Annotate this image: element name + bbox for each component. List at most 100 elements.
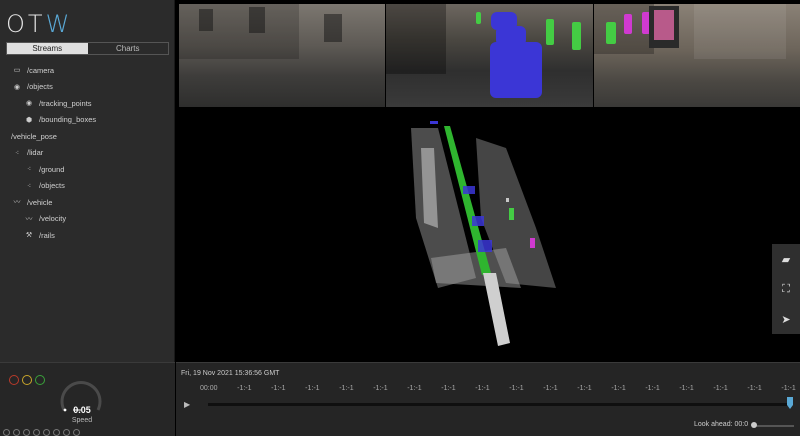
control-icon[interactable] [63,429,70,436]
points-icon: ⁖ [26,182,32,190]
stream-label: /objects [39,181,65,191]
navigate-icon[interactable]: ➤ [781,313,790,326]
building [693,4,786,59]
scene-viewport[interactable]: ▰ ⛶ ➤ [176,108,800,362]
tab-streams[interactable]: Streams [7,43,88,54]
tick-label: -1:-1 [509,385,524,392]
window [324,14,342,42]
line-chart-icon: 〰 [13,199,21,207]
camera-icon: ▭ [13,67,21,75]
stream-vehicle[interactable]: 〰 /vehicle [0,194,175,211]
toggle-icon: ◉ [13,83,21,91]
timestamp: Fri, 19 Nov 2021 15:36:56 GMT [181,370,280,377]
speed-label: Speed [71,417,93,424]
cube-icon: ⬢ [25,116,33,124]
timeline-ticks: 00:00 -1:-1 -1:-1 -1:-1 -1:-1 -1:-1 -1:-… [200,385,796,392]
sidebar-tabs: Streams Charts [6,42,169,55]
look-ahead-slider[interactable] [752,425,794,427]
tracked-vehicle [490,42,543,98]
stream-label: /tracking_points [39,98,92,108]
stream-label: /objects [27,82,53,92]
hud-panel [0,362,175,436]
playhead-handle[interactable] [787,397,793,409]
tracked-vehicle [491,12,518,30]
traffic-light-yellow [22,375,32,385]
look-ahead-label: Look ahead: 00:0 [694,421,749,428]
tick-label: -1:-1 [543,385,558,392]
points-icon: ⁖ [26,166,32,174]
play-icon[interactable]: ▶ [184,400,190,409]
timeline-panel: Fri, 19 Nov 2021 15:36:56 GMT 00:00 -1:-… [176,362,800,436]
tick-label: -1:-1 [407,385,422,392]
window [199,9,213,31]
stream-objects[interactable]: ◉ /objects [0,79,175,96]
stream-rails[interactable]: ⚒ /rails [0,227,175,244]
stream-lidar[interactable]: ⁖ /lidar [0,145,175,162]
hud-controls [3,429,80,436]
tracked-object-box [430,121,438,124]
app-logo: OTW [6,10,73,38]
toggle-icon: ◉ [25,100,33,108]
stream-label: /vehicle_pose [11,131,57,141]
stream-list: ▭ /camera ◉ /objects ◉ /tracking_points … [0,62,175,244]
tick-label: -1:-1 [237,385,252,392]
line-chart-icon: 〰 [25,215,33,223]
tick-label: 00:00 [200,385,218,392]
tick-label: -1:-1 [339,385,354,392]
stream-velocity[interactable]: 〰 /velocity [0,211,175,228]
control-icon[interactable] [13,429,20,436]
camera-view-right [593,4,800,107]
stream-vehicle-pose[interactable]: /vehicle_pose [0,128,175,145]
stream-bounding-boxes[interactable]: ⬢ /bounding_boxes [0,112,175,129]
stream-label: /lidar [27,148,44,158]
control-icon[interactable] [53,429,60,436]
camera-view-left [179,4,386,107]
stream-tracking-points[interactable]: ◉ /tracking_points [0,95,175,112]
stream-label: /bounding_boxes [39,115,97,125]
pedestrian [605,22,616,44]
control-icon[interactable] [23,429,30,436]
stream-camera[interactable]: ▭ /camera [0,62,175,79]
control-icon[interactable] [3,429,10,436]
look-ahead-knob[interactable] [751,422,757,428]
tick-label: -1:-1 [441,385,456,392]
tick-label: -1:-1 [373,385,388,392]
control-icon[interactable] [73,429,80,436]
camera-view-icon[interactable]: ▰ [782,253,790,266]
stream-label: /rails [39,230,55,240]
tick-label: -1:-1 [781,385,796,392]
pedestrian [623,14,632,34]
wrench-icon: ⚒ [25,232,33,240]
tick-label: -1:-1 [611,385,626,392]
building [386,4,447,74]
tracked-object-box [463,186,475,194]
timeline-track[interactable] [208,403,788,406]
tracked-object-box [472,216,484,226]
billboard [653,10,674,40]
tick-label: -1:-1 [747,385,762,392]
control-icon[interactable] [43,429,50,436]
fit-view-icon[interactable]: ⛶ [782,283,790,296]
tick-label: -1:-1 [271,385,286,392]
traffic-light-green [35,375,45,385]
camera-view-front [386,4,593,107]
window [249,7,265,33]
control-icon[interactable] [33,429,40,436]
stream-label: /camera [27,65,55,75]
traffic-light-red [9,375,19,385]
points-icon: ⁖ [14,149,20,157]
stream-label: /ground [39,164,65,174]
building [179,4,299,59]
tab-charts[interactable]: Charts [88,43,169,54]
tick-label: -1:-1 [577,385,592,392]
sidebar: OTW Streams Charts ▭ /camera ◉ /objects … [0,0,175,436]
traffic-lights [9,375,45,385]
stream-label: /vehicle [27,197,53,207]
stream-lidar-ground[interactable]: ⁖ /ground [0,161,175,178]
stream-lidar-objects[interactable]: ⁖ /objects [0,178,175,195]
speed-gauge [60,381,102,412]
point-cluster [506,198,509,202]
pedestrian [476,12,482,24]
speed-value: 0.05 [73,405,91,415]
pedestrian [572,22,582,50]
